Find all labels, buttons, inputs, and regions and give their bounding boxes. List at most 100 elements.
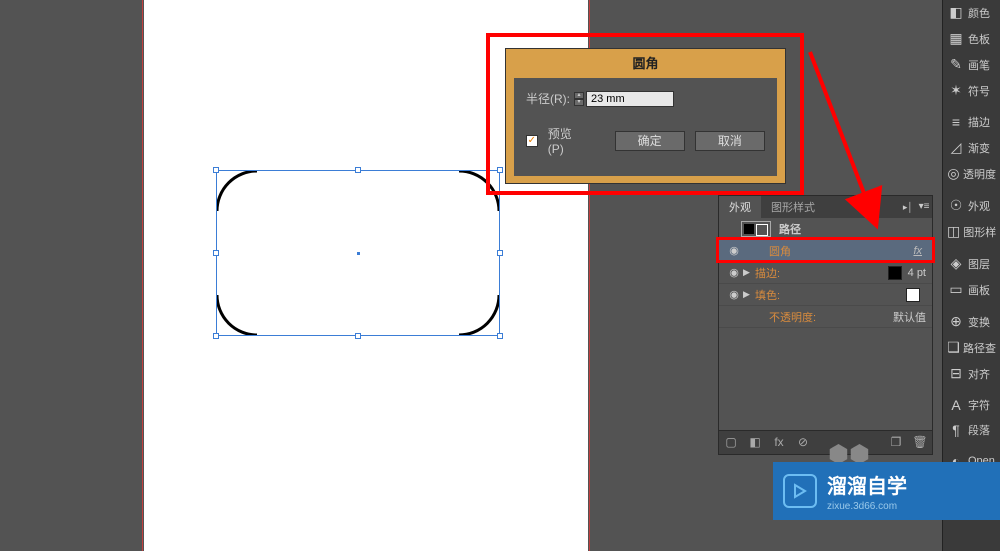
visibility-toggle[interactable]: ◉ [725, 266, 743, 279]
delete-icon[interactable]: 🗑 [912, 435, 928, 451]
corner-arc-br [459, 295, 499, 335]
dock-icon: ◫ [947, 223, 960, 240]
dock-item-颜色[interactable]: ◧颜色 [943, 0, 1000, 26]
dock-item-符号[interactable]: ✶符号 [943, 78, 1000, 104]
radius-input[interactable] [586, 91, 674, 107]
dock-item-外观[interactable]: ☉外观 [943, 193, 1000, 219]
dock-icon: ¶ [947, 422, 965, 438]
handle-tm[interactable] [355, 167, 361, 173]
dock-label: 描边 [968, 114, 990, 130]
dock-item-对齐[interactable]: ⊟对齐 [943, 361, 1000, 387]
dock-item-渐变[interactable]: ◿渐变 [943, 135, 1000, 161]
panel-collapse-icon[interactable]: ▸│ [900, 196, 916, 218]
radius-spinner[interactable]: ▴ ▾ [574, 92, 584, 106]
tab-appearance[interactable]: 外观 [719, 196, 761, 218]
dock-label: 外观 [968, 198, 990, 214]
path-thumb [741, 221, 771, 237]
dock-icon: ✶ [947, 82, 965, 99]
panel-tabs: 外观 图形样式 ▸│ ▾≡ [719, 196, 932, 218]
dock-item-透明度[interactable]: ◎透明度 [943, 161, 1000, 187]
handle-bl[interactable] [213, 333, 219, 339]
tab-graphic-styles[interactable]: 图形样式 [761, 196, 825, 218]
watermark-title: 溜溜自学 [827, 470, 907, 499]
dock-icon: ◧ [947, 4, 965, 21]
dock-icon: A [947, 397, 965, 413]
corner-arc-tl [217, 171, 257, 211]
handle-br[interactable] [497, 333, 503, 339]
panel-footer: ▢ ◧ fx ⊘ ❐ 🗑 [719, 430, 932, 454]
dock-item-字符[interactable]: A字符 [943, 393, 1000, 418]
appearance-row-round-corners[interactable]: ◉ 圆角 fx [719, 240, 932, 262]
dock-icon: ▭ [947, 281, 965, 298]
stroke-swatch[interactable] [888, 266, 902, 280]
duplicate-icon[interactable]: ❐ [888, 435, 904, 451]
dialog-body: 半径(R): ▴ ▾ ✓ 预览(P) 确定 取消 [514, 78, 777, 176]
spinner-down[interactable]: ▾ [574, 99, 584, 106]
dock-item-色板[interactable]: ▦色板 [943, 26, 1000, 52]
dock-icon: ⊕ [947, 313, 965, 330]
dock-icon: ◿ [947, 139, 965, 156]
appearance-row-fill[interactable]: ◉ ▶ 填色: [719, 284, 932, 306]
round-corners-dialog: 圆角 半径(R): ▴ ▾ ✓ 预览(P) 确定 取消 [505, 48, 786, 184]
dock-label: 颜色 [968, 5, 990, 21]
clear-icon[interactable]: ⊘ [795, 435, 811, 451]
preview-label: 预览(P) [548, 125, 587, 156]
watermark-play-icon [783, 474, 817, 508]
visibility-toggle[interactable]: ◉ [725, 244, 743, 257]
dock-label: 渐变 [968, 140, 990, 156]
dock-label: 段落 [968, 422, 990, 438]
dock-item-段落[interactable]: ¶段落 [943, 418, 1000, 443]
guide-left [142, 0, 143, 551]
expand-icon[interactable]: ▶ [743, 267, 755, 278]
dock-item-图形样[interactable]: ◫图形样 [943, 219, 1000, 245]
dock-icon: ◈ [947, 255, 965, 272]
dock-label: 画笔 [968, 57, 990, 73]
add-effect-icon[interactable]: fx [771, 435, 787, 451]
appearance-row-stroke[interactable]: ◉ ▶ 描边: 4 pt [719, 262, 932, 284]
dock-item-变换[interactable]: ⊕变换 [943, 309, 1000, 335]
appearance-row-opacity[interactable]: 不透明度: 默认值 [719, 306, 932, 328]
dock-label: 符号 [968, 83, 990, 99]
visibility-toggle[interactable]: ◉ [725, 288, 743, 301]
dock-icon: ❑ [947, 339, 960, 356]
handle-tl[interactable] [213, 167, 219, 173]
dock-label: 对齐 [968, 366, 990, 382]
canvas[interactable] [0, 0, 591, 551]
dock-item-路径查[interactable]: ❑路径查 [943, 335, 1000, 361]
expand-icon[interactable]: ▶ [743, 289, 755, 300]
watermark-subtitle: zixue.3d66.com [827, 501, 907, 512]
handle-ml[interactable] [213, 250, 219, 256]
fill-swatch[interactable] [906, 288, 920, 302]
dock-label: 画板 [968, 282, 990, 298]
dock-label: 变换 [968, 314, 990, 330]
preview-checkbox[interactable]: ✓ [526, 135, 538, 147]
ok-button[interactable]: 确定 [615, 131, 685, 151]
dialog-title: 圆角 [506, 49, 785, 76]
new-stroke-icon[interactable]: ▢ [723, 435, 739, 451]
dock-label: 路径查 [963, 340, 996, 356]
dock-label: 透明度 [963, 166, 996, 182]
fx-link[interactable]: fx [913, 245, 922, 257]
dock-item-图层[interactable]: ◈图层 [943, 251, 1000, 277]
radius-label: 半径(R): [526, 90, 570, 107]
selected-shape[interactable] [216, 170, 500, 336]
dock-item-画笔[interactable]: ✎画笔 [943, 52, 1000, 78]
appearance-row-path[interactable]: 路径 [719, 218, 932, 240]
handle-bm[interactable] [355, 333, 361, 339]
panel-menu-icon[interactable]: ▾≡ [916, 196, 932, 218]
dock-icon: ✎ [947, 56, 965, 73]
opacity-value: 默认值 [893, 309, 926, 325]
dock-icon: ▦ [947, 30, 965, 47]
handle-mr[interactable] [497, 250, 503, 256]
dock-icon: ◎ [947, 165, 960, 182]
dock-item-画板[interactable]: ▭画板 [943, 277, 1000, 303]
dock-label: 字符 [968, 397, 990, 413]
dock-item-描边[interactable]: ≡描边 [943, 110, 1000, 135]
dock-icon: ≡ [947, 114, 965, 130]
cancel-button[interactable]: 取消 [695, 131, 765, 151]
new-fill-icon[interactable]: ◧ [747, 435, 763, 451]
dock-label: 图层 [968, 256, 990, 272]
stroke-value: 4 pt [908, 267, 926, 279]
spinner-up[interactable]: ▴ [574, 92, 584, 99]
handle-tr[interactable] [497, 167, 503, 173]
